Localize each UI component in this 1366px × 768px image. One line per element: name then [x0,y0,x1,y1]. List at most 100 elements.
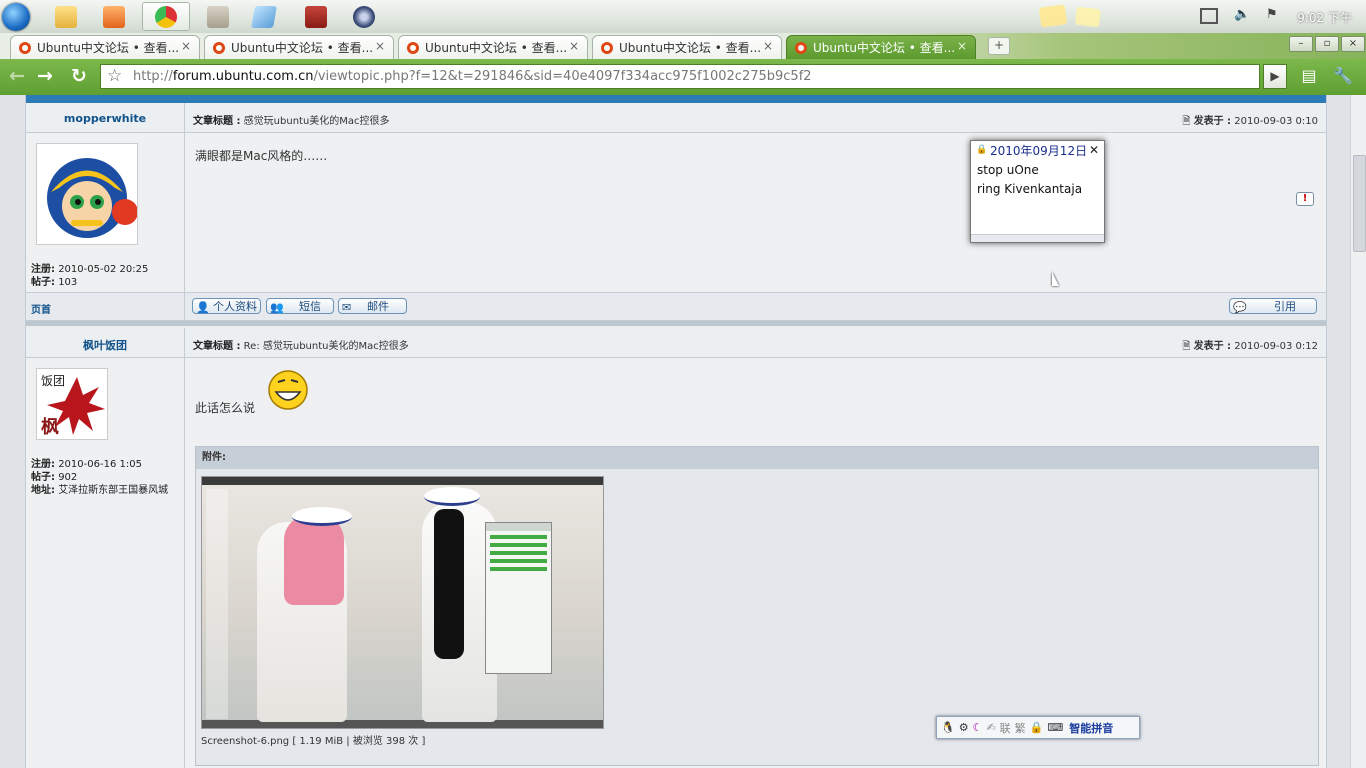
pm-button[interactable]: 👥 短信 [266,298,334,314]
figure-cap [292,507,352,526]
close-icon[interactable]: ✕ [1089,143,1099,157]
sticky-note-line: stop uOne [977,163,1039,177]
sticky-notes-widget-icon[interactable] [1038,4,1068,28]
tab-label: Ubuntu中文论坛 • 查看... [619,41,762,55]
email-button[interactable]: ✉ 邮件 [338,298,407,314]
ime-brand[interactable]: 智能拼音 [1069,720,1113,736]
user-icon: 👤 [196,301,210,314]
subject-label: 文章标题 : [193,341,241,352]
close-tab-icon[interactable]: × [763,39,773,53]
address-bar[interactable]: ☆ http://forum.ubuntu.com.cn/viewtopic.p… [100,64,1260,89]
url-host: forum.ubuntu.com.cn [172,69,314,84]
sticky-note-resize-bar[interactable] [971,234,1104,242]
post-author[interactable]: mopperwhite [26,112,184,125]
scrollbar-thumb[interactable] [1353,155,1366,252]
lian-toggle[interactable]: 联 [1000,720,1011,736]
sticky-note[interactable]: 🔒 2010年09月12日 ✕ stop uOne ring Kivenkant… [970,140,1105,243]
notes-app-button[interactable] [242,2,286,31]
browser-tab[interactable]: Ubuntu中文论坛 • 查看... × [10,35,200,59]
settings-icon[interactable]: ⚙ [959,721,969,734]
profile-label: 个人资料 [213,300,257,313]
post-date: 🗎 发表于 : 2010-09-03 0:10 [1182,112,1318,131]
network-icon[interactable] [1200,8,1218,24]
close-tab-icon[interactable]: × [375,39,385,53]
lock-icon[interactable]: 🔒 [1030,721,1044,734]
column-divider [184,103,185,132]
post-icon[interactable]: 🗎 [1182,341,1190,352]
maximize-button[interactable]: ▫ [1315,36,1339,52]
reg-date: 2010-06-16 1:05 [58,459,142,470]
svg-text:枫: 枫 [41,416,59,438]
quote-button[interactable]: 💬 引用 [1229,298,1317,314]
page-viewport: mopperwhite 文章标题 : 感觉玩ubuntu美化的Mac控很多 🗎 … [0,95,1350,768]
file-explorer-button[interactable] [44,2,88,31]
posted-label: 发表于 : [1193,116,1232,127]
report-icon[interactable]: ! [1296,192,1314,206]
keyboard-icon[interactable]: ⌨ [1047,721,1063,734]
reg-date: 2010-05-02 20:25 [58,264,149,275]
page-scrollbar[interactable] [1350,95,1366,768]
attachment-box: 附件: Screenshot-6.png [1.19 MiB | 被浏览 39… [195,446,1319,766]
close-tab-icon[interactable]: × [181,39,191,53]
browser-tab[interactable]: Ubuntu中文论坛 • 查看... × [204,35,394,59]
figure-pink-hair [284,515,344,605]
dictionary-button[interactable] [294,2,338,31]
ubuntu-favicon-icon [407,41,419,54]
reload-button[interactable]: ↻ [66,65,92,89]
ubuntu-favicon-icon [601,41,613,54]
post-author[interactable]: 枫叶饭团 [26,337,184,353]
back-button[interactable]: ← [4,65,30,89]
avatar: 饭团 枫 [36,368,108,440]
wrench-menu-icon[interactable]: 🔧 [1330,65,1356,89]
bookmark-star-icon[interactable]: ☆ [107,65,122,88]
chrome-taskbar-button[interactable] [142,2,190,31]
attachment-thumbnail[interactable] [201,476,604,729]
mouse-cursor-icon [1052,272,1059,286]
ime-toolbar[interactable]: 🐧 ⚙ ☾ ✍ 联 繁 🔒 ⌨ 智能拼音 [936,716,1140,739]
profile-button[interactable]: 👤 个人资料 [192,298,261,314]
quote-label: 引用 [1274,300,1296,313]
attachment-caption[interactable]: Screenshot-6.png [ 1.19 MiB | 被浏览 398 次 … [201,732,425,747]
new-tab-button[interactable]: + [988,37,1010,55]
browser-toolbar: ← → ↻ ☆ http://forum.ubuntu.com.cn/viewt… [0,59,1366,95]
folder-icon [55,5,77,28]
close-tab-icon[interactable]: × [569,39,579,53]
minimize-button[interactable]: – [1289,36,1313,52]
penguin-icon[interactable]: 🐧 [941,721,955,734]
sticky-note-line: ring Kivenkantaja [977,182,1083,196]
forward-button[interactable]: → [32,65,58,89]
svg-text:饭团: 饭团 [41,374,65,388]
moon-icon[interactable]: ☾ [973,721,983,734]
sticky-notes-widget-icon-2[interactable] [1075,6,1101,28]
tab-label: Ubuntu中文论坛 • 查看... [231,41,374,55]
film-app-button[interactable] [196,2,240,31]
lock-icon[interactable]: 🔒 [976,145,987,155]
media-player-button[interactable] [92,2,136,31]
handwriting-icon[interactable]: ✍ [986,721,995,734]
start-button[interactable] [0,2,38,31]
tab-strip: Ubuntu中文论坛 • 查看... × Ubuntu中文论坛 • 查看... × … [0,33,1366,59]
browser-tab[interactable]: Ubuntu中文论坛 • 查看... × [398,35,588,59]
go-button[interactable]: ▶ [1263,64,1287,89]
post-message: 满眼都是Mac风格的…… [195,149,328,163]
browser-tab-active[interactable]: Ubuntu中文论坛 • 查看... × [786,35,976,59]
volume-icon[interactable]: 🔈 [1234,7,1250,22]
figure-black-hair [434,509,464,659]
tab-label: Ubuntu中文论坛 • 查看... [813,41,956,55]
clock[interactable]: 9:02 下午 [1297,9,1352,26]
gear-app-button[interactable] [342,2,386,31]
post-icon[interactable]: 🗎 [1182,116,1190,127]
location-value: 艾泽拉斯东部王国暴风城 [58,485,169,496]
avatar [36,143,138,245]
envelope-icon: ✉ [342,301,352,314]
page-menu-icon[interactable]: ▤ [1296,65,1322,89]
back-to-top-link[interactable]: 页首 [31,301,51,316]
post-message: 此话怎么说 [195,401,256,415]
browser-tab[interactable]: Ubuntu中文论坛 • 查看... × [592,35,782,59]
close-window-button[interactable]: × [1341,36,1365,52]
attachment-label: 附件: [196,447,1318,469]
dictionary-icon [305,5,327,28]
fan-toggle[interactable]: 繁 [1015,720,1026,736]
flag-icon[interactable]: ⚑ [1266,7,1278,22]
close-tab-icon[interactable]: × [957,39,967,53]
